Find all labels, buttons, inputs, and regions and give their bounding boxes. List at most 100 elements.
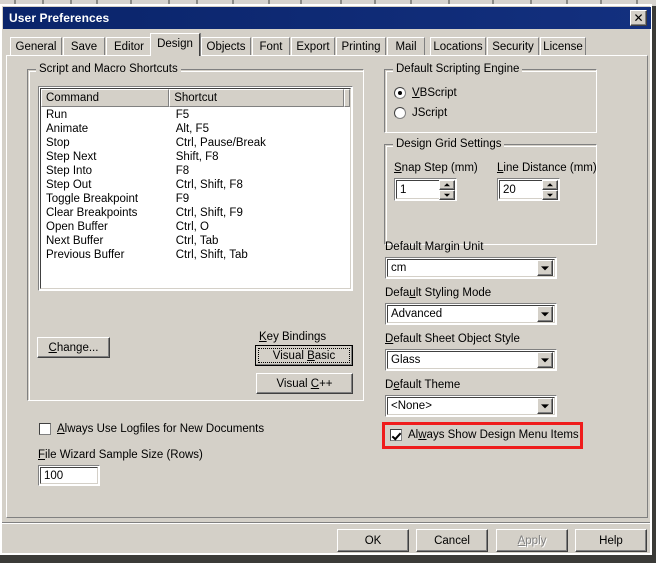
close-button[interactable]: ✕ bbox=[630, 10, 647, 26]
line-distance-spinner[interactable] bbox=[542, 180, 558, 200]
tab-editor[interactable]: Editor bbox=[106, 37, 152, 56]
cell-command: Next Buffer bbox=[46, 235, 104, 247]
table-row[interactable]: Open Buffer Ctrl, O bbox=[41, 220, 350, 234]
line-distance-label: Line Distance (mm) bbox=[497, 162, 597, 174]
tab-save[interactable]: Save bbox=[63, 37, 105, 56]
snap-step-spinner[interactable] bbox=[439, 180, 455, 200]
snap-step-label: Snap Step (mm) bbox=[394, 162, 478, 174]
tab-font[interactable]: Font bbox=[252, 37, 290, 56]
chevron-down-icon[interactable] bbox=[537, 352, 553, 368]
tab-security[interactable]: Security bbox=[487, 37, 539, 56]
cancel-button[interactable]: Cancel bbox=[416, 529, 488, 552]
always-use-logfiles-checkbox[interactable]: Always Use Logfiles for New Documents bbox=[39, 423, 264, 435]
default-scripting-engine-title: Default Scripting Engine bbox=[393, 63, 523, 75]
cell-command: Animate bbox=[46, 123, 89, 135]
cell-command: Step Into bbox=[46, 165, 93, 177]
radio-vbscript[interactable]: VBScript bbox=[394, 87, 457, 99]
default-sheet-object-style-label: Default Sheet Object Style bbox=[385, 333, 520, 345]
default-margin-unit-value: cm bbox=[391, 262, 407, 274]
table-row[interactable]: Previous Buffer Ctrl, Shift, Tab bbox=[41, 248, 350, 262]
arrow-up-icon bbox=[444, 183, 450, 187]
change-button[interactable]: Change... bbox=[37, 337, 110, 358]
cell-command: Stop bbox=[46, 137, 70, 149]
cell-shortcut: Ctrl, Shift, F9 bbox=[175, 207, 243, 219]
table-row[interactable]: Stop Ctrl, Pause/Break bbox=[41, 136, 350, 150]
default-sheet-object-style-select[interactable]: Glass bbox=[385, 349, 557, 371]
radio-jscript-label: JScript bbox=[412, 107, 448, 119]
arrow-up-icon bbox=[547, 183, 553, 187]
file-wizard-sample-size-label: File Wizard Sample Size (Rows) bbox=[38, 449, 203, 461]
column-header-command[interactable]: Command bbox=[41, 89, 170, 107]
cell-command: Previous Buffer bbox=[46, 249, 125, 261]
key-bindings-label: Key Bindings bbox=[259, 331, 327, 343]
radio-vbscript-label: VBScript bbox=[412, 87, 457, 99]
default-sheet-object-style-value: Glass bbox=[391, 354, 421, 366]
cell-command: Open Buffer bbox=[46, 221, 108, 233]
shortcuts-listview[interactable]: Command Shortcut Run F5 Animate Alt, F5 St… bbox=[38, 86, 353, 291]
ok-button[interactable]: OK bbox=[337, 529, 409, 552]
table-row[interactable]: Run F5 bbox=[41, 108, 350, 122]
checkbox-box bbox=[390, 429, 402, 441]
title-bar[interactable]: User Preferences ✕ bbox=[3, 7, 651, 29]
table-row[interactable]: Animate Alt, F5 bbox=[41, 122, 350, 136]
cell-shortcut: F5 bbox=[175, 109, 190, 121]
table-row[interactable]: Step Into F8 bbox=[41, 164, 350, 178]
radio-indicator bbox=[394, 107, 406, 119]
default-theme-select[interactable]: <None> bbox=[385, 395, 557, 417]
table-row[interactable]: Toggle Breakpoint F9 bbox=[41, 192, 350, 206]
cell-shortcut: Ctrl, Shift, F8 bbox=[175, 179, 243, 191]
cell-shortcut: Ctrl, Pause/Break bbox=[175, 137, 266, 149]
cancel-button-label: Cancel bbox=[434, 534, 470, 547]
help-button[interactable]: Help bbox=[575, 529, 647, 552]
file-wizard-sample-size-input[interactable]: 100 bbox=[38, 465, 100, 486]
tab-objects[interactable]: Objects bbox=[201, 37, 251, 56]
table-row[interactable]: Clear Breakpoints Ctrl, Shift, F9 bbox=[41, 206, 350, 220]
cell-shortcut: Alt, F5 bbox=[175, 123, 209, 135]
tab-design[interactable]: Design bbox=[150, 33, 200, 56]
spinner-down-button[interactable] bbox=[439, 190, 455, 200]
visual-cpp-button[interactable]: Visual C++ bbox=[256, 373, 353, 394]
cell-command: Clear Breakpoints bbox=[46, 207, 138, 219]
visual-basic-button[interactable]: Visual Basic bbox=[255, 345, 353, 366]
default-styling-mode-select[interactable]: Advanced bbox=[385, 303, 557, 325]
change-button-label: Change... bbox=[48, 341, 99, 354]
always-show-design-menu-items-checkbox[interactable]: Always Show Design Menu Items bbox=[390, 429, 579, 441]
checkbox-box bbox=[39, 423, 51, 435]
cell-command: Step Next bbox=[46, 151, 97, 163]
file-wizard-sample-size-value: 100 bbox=[40, 467, 98, 484]
default-margin-unit-label: Default Margin Unit bbox=[385, 241, 484, 253]
help-button-label: Help bbox=[599, 534, 623, 547]
default-margin-unit-select[interactable]: cm bbox=[385, 257, 557, 279]
tab-locations[interactable]: Locations bbox=[430, 37, 486, 56]
tab-mail[interactable]: Mail bbox=[387, 37, 425, 56]
chevron-down-icon[interactable] bbox=[537, 398, 553, 414]
spinner-down-button[interactable] bbox=[542, 190, 558, 200]
cell-shortcut: Ctrl, Tab bbox=[175, 235, 219, 247]
table-row[interactable]: Step Out Ctrl, Shift, F8 bbox=[41, 178, 350, 192]
radio-jscript[interactable]: JScript bbox=[394, 107, 447, 119]
spinner-up-button[interactable] bbox=[439, 180, 455, 190]
chevron-down-icon[interactable] bbox=[537, 260, 553, 276]
cell-shortcut: Ctrl, O bbox=[175, 221, 209, 233]
tab-export[interactable]: Export bbox=[291, 37, 335, 56]
column-header-extra[interactable] bbox=[344, 89, 350, 107]
tab-general[interactable]: General bbox=[10, 37, 62, 56]
apply-button[interactable]: Apply bbox=[496, 529, 568, 552]
table-row[interactable]: Next Buffer Ctrl, Tab bbox=[41, 234, 350, 248]
spinner-up-button[interactable] bbox=[542, 180, 558, 190]
script-macro-shortcuts-title: Script and Macro Shortcuts bbox=[36, 63, 181, 75]
cell-command: Step Out bbox=[46, 179, 92, 191]
tab-page-design: Script and Macro Shortcuts Command Short… bbox=[6, 55, 648, 518]
visual-cpp-button-label: Visual C++ bbox=[276, 377, 333, 390]
close-icon: ✕ bbox=[633, 11, 644, 25]
column-header-shortcut[interactable]: Shortcut bbox=[169, 89, 344, 107]
always-use-logfiles-label: Always Use Logfiles for New Documents bbox=[57, 423, 265, 435]
chevron-down-icon[interactable] bbox=[537, 306, 553, 322]
tab-license[interactable]: License bbox=[540, 37, 586, 56]
table-row[interactable]: Step Next Shift, F8 bbox=[41, 150, 350, 164]
cell-shortcut: F9 bbox=[175, 193, 190, 205]
cell-command: Toggle Breakpoint bbox=[46, 193, 139, 205]
tab-printing[interactable]: Printing bbox=[336, 37, 386, 56]
visual-basic-button-label: Visual Basic bbox=[272, 349, 336, 362]
design-grid-settings-title: Design Grid Settings bbox=[393, 138, 505, 150]
